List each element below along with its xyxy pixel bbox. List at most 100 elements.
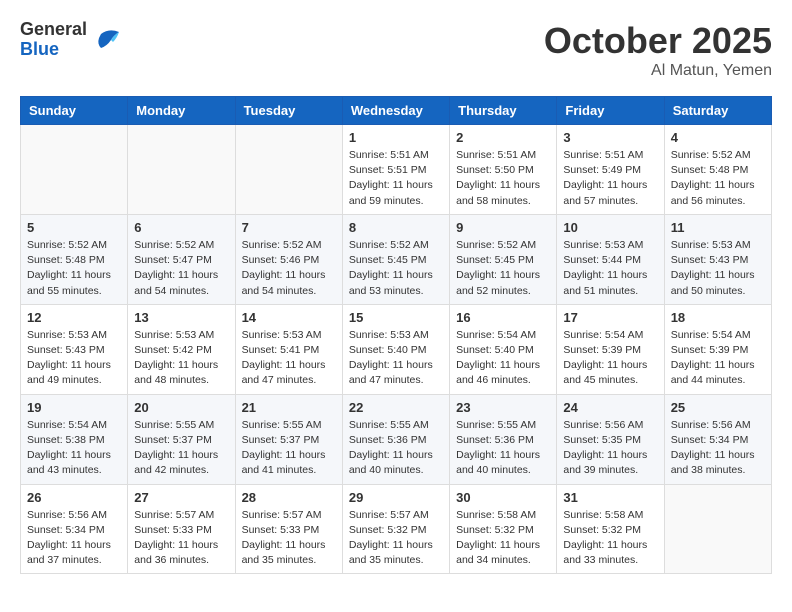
logo-blue: Blue — [20, 40, 87, 60]
day-info: Sunrise: 5:53 AMSunset: 5:44 PMDaylight:… — [563, 238, 657, 299]
day-info: Sunrise: 5:55 AMSunset: 5:37 PMDaylight:… — [242, 418, 336, 479]
day-number: 5 — [27, 220, 121, 235]
day-number: 27 — [134, 490, 228, 505]
day-info: Sunrise: 5:51 AMSunset: 5:49 PMDaylight:… — [563, 148, 657, 209]
calendar-table: SundayMondayTuesdayWednesdayThursdayFrid… — [20, 96, 772, 574]
days-row: SundayMondayTuesdayWednesdayThursdayFrid… — [21, 97, 772, 125]
day-header-wednesday: Wednesday — [342, 97, 449, 125]
day-number: 15 — [349, 310, 443, 325]
calendar-cell: 14 Sunrise: 5:53 AMSunset: 5:41 PMDayligh… — [235, 304, 342, 394]
calendar-cell: 25Sunrise: 5:56 AMSunset: 5:34 PMDayligh… — [664, 394, 771, 484]
logo: General Blue — [20, 20, 121, 60]
calendar-cell: 2 Sunrise: 5:51 AMSunset: 5:50 PMDaylight… — [450, 125, 557, 215]
calendar-cell: 26 Sunrise: 5:56 AMSunset: 5:34 PMDayligh… — [21, 484, 128, 574]
week-row-3: 12Sunrise: 5:53 AMSunset: 5:43 PMDayligh… — [21, 304, 772, 394]
day-number: 28 — [242, 490, 336, 505]
day-number: 24 — [563, 400, 657, 415]
day-number: 25 — [671, 400, 765, 415]
day-number: 14 — [242, 310, 336, 325]
day-header-monday: Monday — [128, 97, 235, 125]
logo-bird-icon — [91, 26, 121, 54]
calendar-cell: 24 Sunrise: 5:56 AMSunset: 5:35 PMDayligh… — [557, 394, 664, 484]
day-number: 7 — [242, 220, 336, 235]
calendar-cell: 19 Sunrise: 5:54 AMSunset: 5:38 PMDayligh… — [21, 394, 128, 484]
calendar-cell: 20 Sunrise: 5:55 AMSunset: 5:37 PMDayligh… — [128, 394, 235, 484]
day-number: 17 — [563, 310, 657, 325]
day-number: 1 — [349, 130, 443, 145]
calendar-cell: 31 Sunrise: 5:58 AMSunset: 5:32 PMDayligh… — [557, 484, 664, 574]
day-header-friday: Friday — [557, 97, 664, 125]
calendar-cell: 22Sunrise: 5:55 AMSunset: 5:36 PMDayligh… — [342, 394, 449, 484]
day-info: Sunrise: 5:57 AMSunset: 5:33 PMDaylight:… — [242, 508, 336, 569]
day-info: Sunrise: 5:54 AMSunset: 5:40 PMDaylight:… — [456, 328, 550, 389]
day-info: Sunrise: 5:56 AMSunset: 5:34 PMDaylight:… — [27, 508, 121, 569]
page-header: General Blue October 2025 Al Matun, Yeme… — [20, 20, 772, 80]
day-number: 19 — [27, 400, 121, 415]
logo-text: General Blue — [20, 20, 87, 60]
day-number: 21 — [242, 400, 336, 415]
day-number: 11 — [671, 220, 765, 235]
calendar-cell: 3Sunrise: 5:51 AMSunset: 5:49 PMDaylight… — [557, 125, 664, 215]
logo-general: General — [20, 20, 87, 40]
calendar-cell: 8 Sunrise: 5:52 AMSunset: 5:45 PMDaylight… — [342, 214, 449, 304]
day-info: Sunrise: 5:53 AMSunset: 5:43 PMDaylight:… — [27, 328, 121, 389]
calendar-cell: 5 Sunrise: 5:52 AMSunset: 5:48 PMDaylight… — [21, 214, 128, 304]
day-info: Sunrise: 5:58 AMSunset: 5:32 PMDaylight:… — [563, 508, 657, 569]
day-number: 9 — [456, 220, 550, 235]
calendar-cell — [21, 125, 128, 215]
day-info: Sunrise: 5:51 AMSunset: 5:50 PMDaylight:… — [456, 148, 550, 209]
day-number: 13 — [134, 310, 228, 325]
day-info: Sunrise: 5:55 AMSunset: 5:36 PMDaylight:… — [456, 418, 550, 479]
day-number: 26 — [27, 490, 121, 505]
day-number: 18 — [671, 310, 765, 325]
week-row-5: 26 Sunrise: 5:56 AMSunset: 5:34 PMDayligh… — [21, 484, 772, 574]
calendar-cell: 27Sunrise: 5:57 AMSunset: 5:33 PMDayligh… — [128, 484, 235, 574]
calendar-cell: 29 Sunrise: 5:57 AMSunset: 5:32 PMDayligh… — [342, 484, 449, 574]
day-info: Sunrise: 5:55 AMSunset: 5:37 PMDaylight:… — [134, 418, 228, 479]
day-info: Sunrise: 5:53 AMSunset: 5:41 PMDaylight:… — [242, 328, 336, 389]
calendar-cell: 4Sunrise: 5:52 AMSunset: 5:48 PMDaylight… — [664, 125, 771, 215]
calendar-cell: 30 Sunrise: 5:58 AMSunset: 5:32 PMDayligh… — [450, 484, 557, 574]
calendar-cell: 6Sunrise: 5:52 AMSunset: 5:47 PMDaylight… — [128, 214, 235, 304]
day-info: Sunrise: 5:53 AMSunset: 5:42 PMDaylight:… — [134, 328, 228, 389]
calendar-cell: 15 Sunrise: 5:53 AMSunset: 5:40 PMDayligh… — [342, 304, 449, 394]
day-number: 8 — [349, 220, 443, 235]
day-info: Sunrise: 5:58 AMSunset: 5:32 PMDaylight:… — [456, 508, 550, 569]
title-area: October 2025 Al Matun, Yemen — [544, 20, 772, 80]
calendar-body: 1 Sunrise: 5:51 AMSunset: 5:51 PMDaylight… — [21, 125, 772, 574]
day-header-thursday: Thursday — [450, 97, 557, 125]
calendar-cell: 21 Sunrise: 5:55 AMSunset: 5:37 PMDayligh… — [235, 394, 342, 484]
calendar-cell: 10 Sunrise: 5:53 AMSunset: 5:44 PMDayligh… — [557, 214, 664, 304]
day-number: 23 — [456, 400, 550, 415]
day-number: 22 — [349, 400, 443, 415]
calendar-cell: 23 Sunrise: 5:55 AMSunset: 5:36 PMDayligh… — [450, 394, 557, 484]
month-title: October 2025 — [544, 20, 772, 62]
day-info: Sunrise: 5:53 AMSunset: 5:40 PMDaylight:… — [349, 328, 443, 389]
day-info: Sunrise: 5:56 AMSunset: 5:35 PMDaylight:… — [563, 418, 657, 479]
day-info: Sunrise: 5:52 AMSunset: 5:45 PMDaylight:… — [456, 238, 550, 299]
day-number: 2 — [456, 130, 550, 145]
day-number: 31 — [563, 490, 657, 505]
day-number: 30 — [456, 490, 550, 505]
day-number: 20 — [134, 400, 228, 415]
day-info: Sunrise: 5:52 AMSunset: 5:45 PMDaylight:… — [349, 238, 443, 299]
day-number: 6 — [134, 220, 228, 235]
calendar-cell: 28 Sunrise: 5:57 AMSunset: 5:33 PMDayligh… — [235, 484, 342, 574]
calendar-cell: 17 Sunrise: 5:54 AMSunset: 5:39 PMDayligh… — [557, 304, 664, 394]
week-row-1: 1 Sunrise: 5:51 AMSunset: 5:51 PMDaylight… — [21, 125, 772, 215]
calendar-cell: 9 Sunrise: 5:52 AMSunset: 5:45 PMDaylight… — [450, 214, 557, 304]
day-info: Sunrise: 5:54 AMSunset: 5:39 PMDaylight:… — [671, 328, 765, 389]
calendar-cell: 13 Sunrise: 5:53 AMSunset: 5:42 PMDayligh… — [128, 304, 235, 394]
day-info: Sunrise: 5:54 AMSunset: 5:38 PMDaylight:… — [27, 418, 121, 479]
day-number: 29 — [349, 490, 443, 505]
calendar-cell — [664, 484, 771, 574]
day-number: 10 — [563, 220, 657, 235]
day-number: 4 — [671, 130, 765, 145]
week-row-2: 5 Sunrise: 5:52 AMSunset: 5:48 PMDaylight… — [21, 214, 772, 304]
day-header-sunday: Sunday — [21, 97, 128, 125]
day-info: Sunrise: 5:51 AMSunset: 5:51 PMDaylight:… — [349, 148, 443, 209]
location: Al Matun, Yemen — [544, 62, 772, 80]
day-info: Sunrise: 5:54 AMSunset: 5:39 PMDaylight:… — [563, 328, 657, 389]
day-info: Sunrise: 5:52 AMSunset: 5:48 PMDaylight:… — [27, 238, 121, 299]
day-info: Sunrise: 5:57 AMSunset: 5:32 PMDaylight:… — [349, 508, 443, 569]
